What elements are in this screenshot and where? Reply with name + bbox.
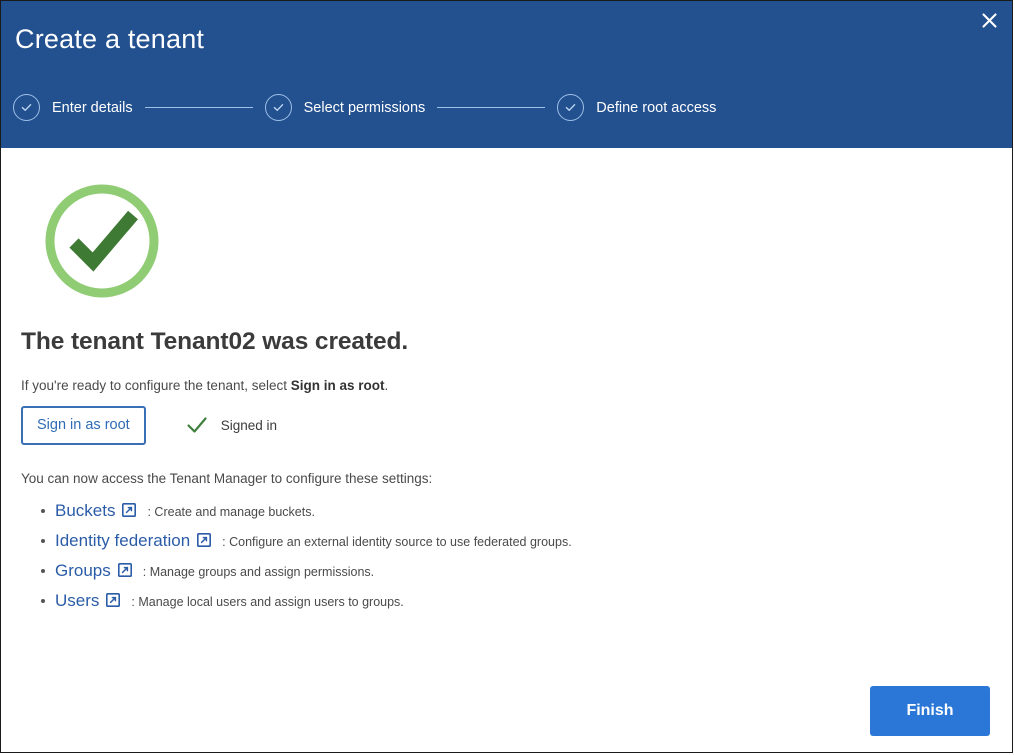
dialog-header: Create a tenant Enter details Select per… (1, 1, 1012, 148)
signed-in-status: Signed in (186, 415, 277, 435)
step-check-icon (13, 94, 40, 121)
list-item-description: : Configure an external identity source … (222, 535, 572, 551)
external-link-icon[interactable] (122, 503, 136, 517)
close-icon[interactable] (974, 5, 1004, 35)
helper-text-suffix: . (385, 378, 389, 393)
step-define-root-access[interactable]: Define root access (557, 94, 716, 121)
helper-text-prefix: If you're ready to configure the tenant,… (21, 378, 291, 393)
list-item: Groups : Manage groups and assign permis… (55, 560, 992, 581)
list-item: Users : Manage local users and assign us… (55, 590, 992, 611)
step-label: Select permissions (304, 100, 426, 116)
link-buckets[interactable]: Buckets (55, 500, 115, 521)
external-link-icon[interactable] (197, 533, 211, 547)
link-users[interactable]: Users (55, 590, 99, 611)
dialog-footer: Finish (870, 686, 990, 736)
stepper: Enter details Select permissions (13, 94, 716, 121)
list-item: Identity federation : Configure an exter… (55, 530, 992, 551)
list-item: Buckets : Create and manage buckets. (55, 500, 992, 521)
result-heading: The tenant Tenant02 was created. (21, 328, 992, 356)
step-label: Enter details (52, 100, 133, 116)
step-enter-details[interactable]: Enter details (13, 94, 133, 121)
create-tenant-dialog: Create a tenant Enter details Select per… (0, 0, 1013, 753)
helper-text: If you're ready to configure the tenant,… (21, 378, 992, 393)
step-connector (437, 107, 545, 108)
external-link-icon[interactable] (106, 593, 120, 607)
external-link-icon[interactable] (118, 563, 132, 577)
page-title: Create a tenant (15, 23, 204, 55)
sign-in-as-root-button[interactable]: Sign in as root (21, 406, 146, 445)
step-select-permissions[interactable]: Select permissions (265, 94, 426, 121)
step-check-icon (265, 94, 292, 121)
link-identity-federation[interactable]: Identity federation (55, 530, 190, 551)
link-groups[interactable]: Groups (55, 560, 111, 581)
list-item-description: : Manage groups and assign permissions. (143, 565, 374, 581)
access-text: You can now access the Tenant Manager to… (21, 471, 992, 486)
settings-links-list: Buckets : Create and manage buckets. Ide… (21, 500, 992, 612)
step-check-icon (557, 94, 584, 121)
step-connector (145, 107, 253, 108)
signin-row: Sign in as root Signed in (21, 406, 992, 445)
dialog-body: The tenant Tenant02 was created. If you'… (1, 180, 1012, 612)
step-label: Define root access (596, 100, 716, 116)
list-item-description: : Manage local users and assign users to… (131, 595, 403, 611)
helper-text-emphasis: Sign in as root (291, 378, 385, 393)
list-item-description: : Create and manage buckets. (147, 505, 314, 521)
success-check-circle-icon (41, 180, 163, 302)
status-badge: Signed in (221, 418, 277, 433)
check-icon (186, 415, 208, 435)
finish-button[interactable]: Finish (870, 686, 990, 736)
